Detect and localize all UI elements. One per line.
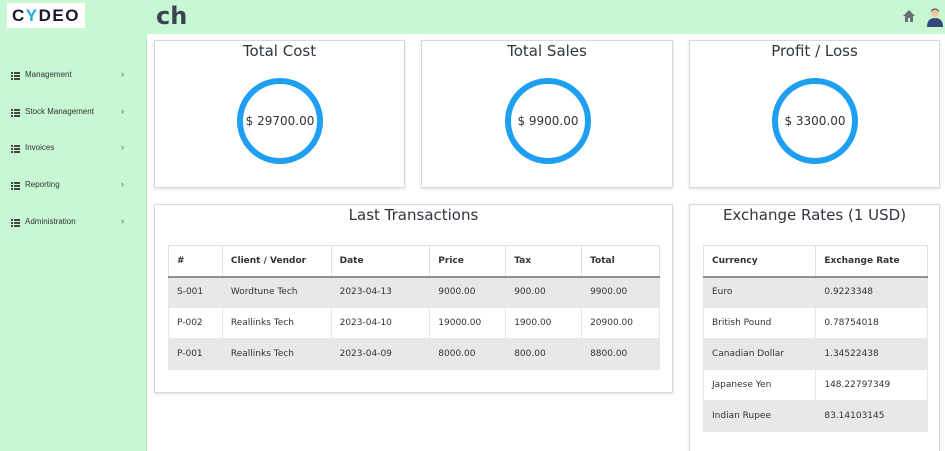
top-bar: CYDEO ch [0,0,945,34]
sidebar-item-label: Reporting [25,180,60,189]
list-icon [11,219,20,227]
table-row: British Pound 0.78754018 [702,307,928,339]
list-icon [11,109,20,117]
total-sales-value: $ 9900.00 [517,114,579,128]
card-title: Exchange Rates (1 USD) [722,206,907,224]
table-cell: 0.9223348 [815,276,928,308]
table-cell: 8000.00 [429,338,507,370]
chevron-right-icon: › [121,179,124,189]
table-cell: British Pound [702,307,817,339]
sidebar-item-label: Management [25,70,72,79]
table-cell: 9900.00 [581,276,660,308]
total-cost-card: Total Cost $ 29700.00 [154,40,405,188]
table-cell: S-001 [168,276,223,308]
logo-text: CYDEO [12,5,80,25]
table-cell: 800.00 [505,338,583,370]
table-cell: P-002 [168,307,223,339]
table-cell: 2023-04-13 [330,276,431,308]
table-cell: 900.00 [505,276,583,308]
logo[interactable]: CYDEO [7,3,85,28]
column-header: # [168,245,223,278]
table-row: P-001 Reallinks Tech 2023-04-09 8000.00 … [168,338,660,370]
total-sales-ring: $ 9900.00 [505,78,591,164]
column-header: Client / Vendor [221,245,332,278]
page-title: ch [156,2,188,30]
list-icon [11,72,20,80]
profit-loss-ring: $ 3300.00 [772,78,858,164]
exchange-rates-card: Exchange Rates (1 USD) Currency Exchange… [689,204,940,451]
table-cell: 20900.00 [581,307,660,339]
transactions-table: # Client / Vendor Date Price Tax Total S… [168,245,660,370]
column-header: Date [330,245,431,278]
card-title: Total Sales [507,42,587,60]
table-cell: 8800.00 [581,338,660,370]
table-cell: 19000.00 [429,307,507,339]
table-cell: 2023-04-10 [330,307,431,339]
sidebar-item-administration[interactable]: Administration › [0,213,147,233]
total-cost-ring: $ 29700.00 [237,78,323,164]
column-header: Exchange Rate [815,245,928,278]
table-row: Canadian Dollar 1.34522438 [702,338,928,370]
table-cell: Reallinks Tech [221,307,332,339]
table-row: P-002 Reallinks Tech 2023-04-10 19000.00… [168,307,660,339]
table-cell: 1.34522438 [815,338,928,370]
total-cost-value: $ 29700.00 [245,114,315,128]
table-row: S-001 Wordtune Tech 2023-04-13 9000.00 9… [168,276,660,308]
table-row: Euro 0.9223348 [702,276,928,308]
chevron-right-icon: › [121,142,124,152]
table-cell: 9000.00 [429,276,507,308]
column-header: Price [429,245,507,278]
column-header: Currency [702,245,817,278]
table-cell: Canadian Dollar [702,338,817,370]
table-cell: Indian Rupee [702,400,817,432]
sidebar: Management › Stock Management › Invoices… [0,34,147,451]
profit-loss-value: $ 3300.00 [784,114,846,128]
chevron-right-icon: › [121,69,124,79]
sidebar-item-invoices[interactable]: Invoices › [0,139,147,159]
home-icon[interactable] [902,9,916,23]
sidebar-item-stock-management[interactable]: Stock Management › [0,103,147,123]
chevron-right-icon: › [121,216,124,226]
table-cell: 0.78754018 [815,307,928,339]
card-title: Last Transactions [348,206,479,224]
sidebar-item-label: Administration [25,217,76,226]
user-avatar-icon[interactable] [926,7,944,27]
table-header-row: Currency Exchange Rate [702,245,928,278]
table-cell: P-001 [168,338,223,370]
table-cell: 1900.00 [505,307,583,339]
column-header: Tax [505,245,583,278]
table-header-row: # Client / Vendor Date Price Tax Total [168,245,660,278]
table-cell: Japanese Yen [702,369,817,401]
sidebar-item-management[interactable]: Management › [0,66,147,86]
sidebar-item-label: Invoices [25,143,55,152]
table-cell: Euro [702,276,817,308]
last-transactions-card: Last Transactions # Client / Vendor Date… [154,204,673,393]
sidebar-item-label: Stock Management [25,107,94,116]
profit-loss-card: Profit / Loss $ 3300.00 [689,40,940,188]
total-sales-card: Total Sales $ 9900.00 [421,40,673,188]
exchange-rates-table: Currency Exchange Rate Euro 0.9223348 Br… [702,245,928,432]
table-cell: 83.14103145 [815,400,928,432]
chevron-right-icon: › [121,106,124,116]
card-title: Profit / Loss [771,42,858,60]
table-row: Indian Rupee 83.14103145 [702,400,928,432]
table-cell: 2023-04-09 [330,338,431,370]
table-row: Japanese Yen 148.22797349 [702,369,928,401]
list-icon [11,182,20,190]
table-cell: Reallinks Tech [221,338,332,370]
card-title: Total Cost [242,42,317,60]
column-header: Total [581,245,660,278]
sidebar-item-reporting[interactable]: Reporting › [0,176,147,196]
table-cell: 148.22797349 [815,369,928,401]
list-icon [11,145,20,153]
table-cell: Wordtune Tech [221,276,332,308]
